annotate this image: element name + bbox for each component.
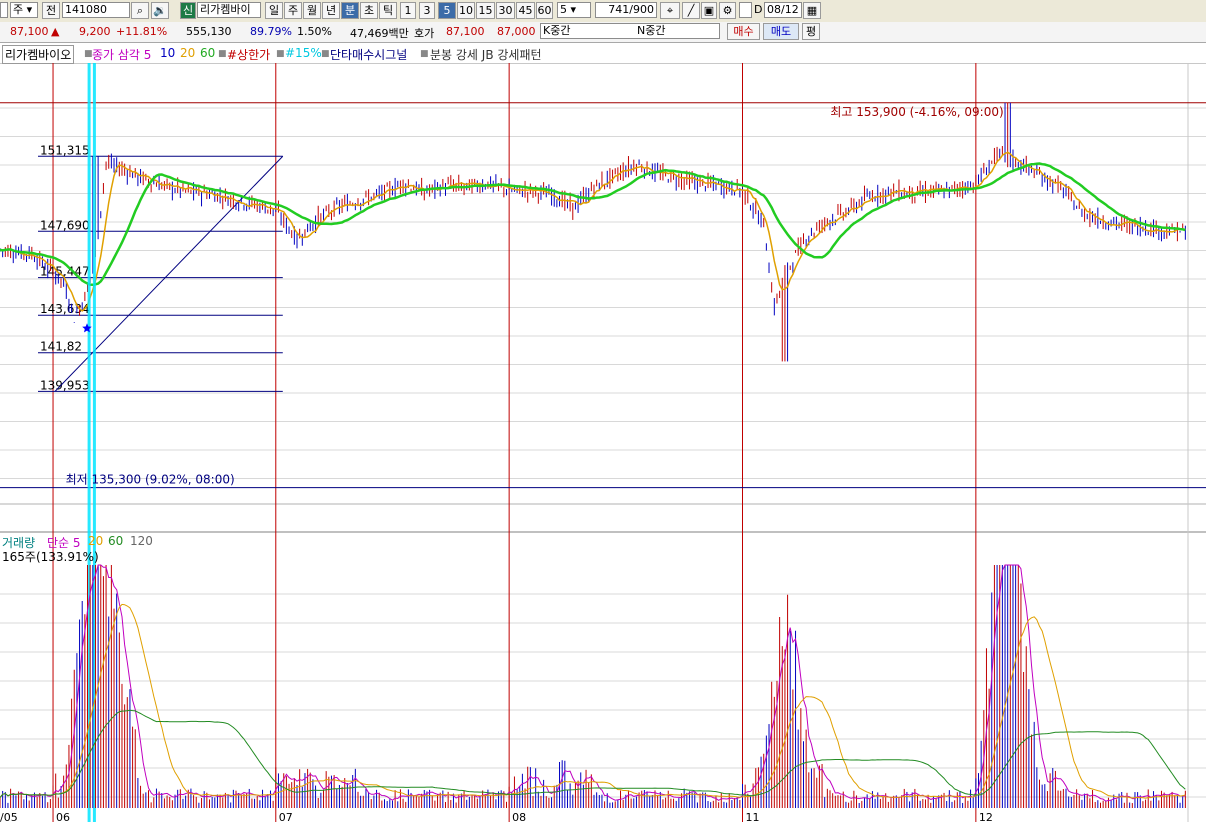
date-label: 07 [279, 811, 293, 822]
pct15-legend[interactable]: #15% [285, 46, 322, 60]
gear-icon: ⚙ [722, 4, 733, 17]
change-percent: +11.81% [116, 25, 168, 38]
date-label: /05 [0, 811, 18, 822]
high-label: 최고 153,900 (-4.16%, 09:00) [830, 105, 1003, 119]
market-select[interactable]: 주 ▾ [10, 2, 38, 18]
save-icon: ▣ [703, 4, 715, 17]
toolbar: 주 ▾ 전 141080 ⌕ 🔉 신 리가켐바이 일 주 월 년 분 초 틱 1… [0, 0, 1206, 23]
volume-bars [0, 564, 1186, 808]
legend-bar: 리가켐바이오 ■ 종가 삼각 5 10 20 60 ■ #상한가 ■ #15% … [0, 43, 1206, 64]
speaker-button[interactable]: 🔉 [151, 2, 169, 19]
code-search-button[interactable]: ⌕ [131, 2, 149, 19]
prev-button[interactable]: 전 [42, 2, 60, 19]
quote-label: 호가 [414, 27, 435, 40]
legend-marker-icon: ■ [321, 49, 330, 59]
ma10-legend: 10 [160, 46, 176, 60]
fib-level-label: 147,690 [40, 218, 90, 232]
market-select-value: 주 [13, 3, 24, 16]
legend-marker-icon: ■ [218, 49, 227, 59]
grid-lines [0, 63, 1206, 822]
settings-button[interactable]: ⚙ [719, 2, 736, 19]
trade-amount: 47,469백만 [350, 27, 409, 40]
period-minute-tab[interactable]: 분 [341, 2, 359, 19]
average-button[interactable]: 평 [802, 23, 820, 40]
crosshair-button[interactable]: ⌖ [660, 2, 680, 19]
chart-labels: 06 07 08 11 12/05 최고 153,900 (-4.16%, 09:00) 최… [0, 105, 1004, 822]
k-middle-label: K중간 [543, 24, 571, 37]
volume-ma120-label: 120 [130, 534, 153, 548]
interval-45[interactable]: 45 [516, 2, 535, 19]
date-field[interactable]: 08/12 [764, 2, 802, 18]
sell-button[interactable]: 매도 [763, 23, 799, 40]
interval-5[interactable]: 5 [438, 2, 456, 19]
turnover-rate: 1.50% [297, 25, 332, 38]
volume-info: 165주(133.91%) [2, 550, 99, 564]
date-label: 12 [979, 811, 993, 822]
volume-ratio: 89.79% [250, 25, 292, 38]
interval-10[interactable]: 10 [457, 2, 475, 19]
day-separators [0, 63, 1206, 822]
calendar-icon: ▦ [806, 4, 818, 17]
code-input[interactable]: 141080 [62, 2, 130, 18]
stock-legend[interactable]: 리가켐바이오 [2, 45, 75, 64]
legend-marker-icon: ■ [420, 49, 429, 59]
period-year-tab[interactable]: 년 [322, 2, 340, 19]
count-select[interactable]: 5 ▾ [557, 2, 591, 18]
pattern-legend[interactable]: 분봉 강세 JB 강세패턴 [430, 46, 542, 63]
magnifier-icon: ⌕ [136, 4, 144, 17]
calendar-button[interactable]: ▦ [803, 2, 821, 19]
up-arrow-icon: ▲ [51, 25, 60, 38]
draw-tool-button[interactable]: ╱ [682, 2, 700, 19]
fibonacci-levels: 151,315147,690145,447143,634141,82139,95… [38, 143, 284, 392]
speaker-icon: 🔉 [153, 4, 167, 17]
current-price: 87,100 [10, 25, 49, 38]
range-display: 741/900 [595, 2, 657, 18]
n-middle-label: N중간 [637, 24, 666, 37]
window-control-icon[interactable] [0, 2, 8, 18]
ma60-legend: 60 [200, 46, 216, 60]
markers [82, 63, 96, 822]
period-day-tab[interactable]: 일 [265, 2, 283, 19]
limit-up-legend[interactable]: #상한가 [227, 46, 270, 63]
interval-3[interactable]: 3 [419, 2, 435, 19]
low-label: 최저 135,300 (9.02%, 08:00) [66, 473, 235, 487]
interval-15[interactable]: 15 [476, 2, 495, 19]
order-select[interactable]: K중간 N중간 [540, 23, 720, 39]
stock-name-display[interactable]: 리가켐바이 [197, 2, 261, 18]
candles [0, 102, 1186, 362]
price-change: 9,200 [79, 25, 111, 38]
d-checkbox-label: D [754, 3, 763, 16]
buy-button[interactable]: 매수 [727, 23, 760, 40]
fib-level-label: 151,315 [40, 143, 90, 157]
legend-marker-icon: ■ [276, 49, 285, 59]
ma-legend[interactable]: 종가 삼각 5 [92, 46, 151, 63]
ma20-legend: 20 [180, 46, 196, 60]
draw-line-icon: ╱ [687, 4, 695, 17]
fib-level-label: 139,953 [40, 378, 90, 392]
period-second-tab[interactable]: 초 [360, 2, 378, 19]
period-tick-tab[interactable]: 틱 [379, 2, 397, 19]
period-month-tab[interactable]: 월 [303, 2, 321, 19]
credit-badge: 신 [180, 2, 196, 19]
volume-ma20-label: 20 [88, 534, 104, 548]
interval-30[interactable]: 30 [496, 2, 515, 19]
fib-level-label: 141,82 [40, 340, 82, 354]
date-label: 08 [512, 811, 526, 822]
date-label: 11 [746, 811, 760, 822]
volume-ma60-label: 60 [108, 534, 124, 548]
d-checkbox[interactable] [739, 2, 752, 18]
signal-legend[interactable]: 단타매수시그널 [330, 46, 407, 63]
volume-value: 555,130 [186, 25, 232, 38]
save-button[interactable]: ▣ [701, 2, 717, 19]
price-chart[interactable]: 151,315147,690145,447143,634141,82139,95… [0, 63, 1206, 822]
interval-60[interactable]: 60 [536, 2, 553, 19]
quote-info-bar: 87,100 ▲ 9,200 +11.81% 555,130 89.79% 1.… [0, 22, 1206, 43]
ask-price: 87,100 [446, 25, 485, 38]
period-week-tab[interactable]: 주 [284, 2, 302, 19]
interval-1[interactable]: 1 [400, 2, 416, 19]
date-label: 06 [56, 811, 70, 822]
bid-price: 87,000 [497, 25, 536, 38]
count-select-value: 5 [560, 3, 567, 16]
crosshair-icon: ⌖ [666, 4, 674, 17]
